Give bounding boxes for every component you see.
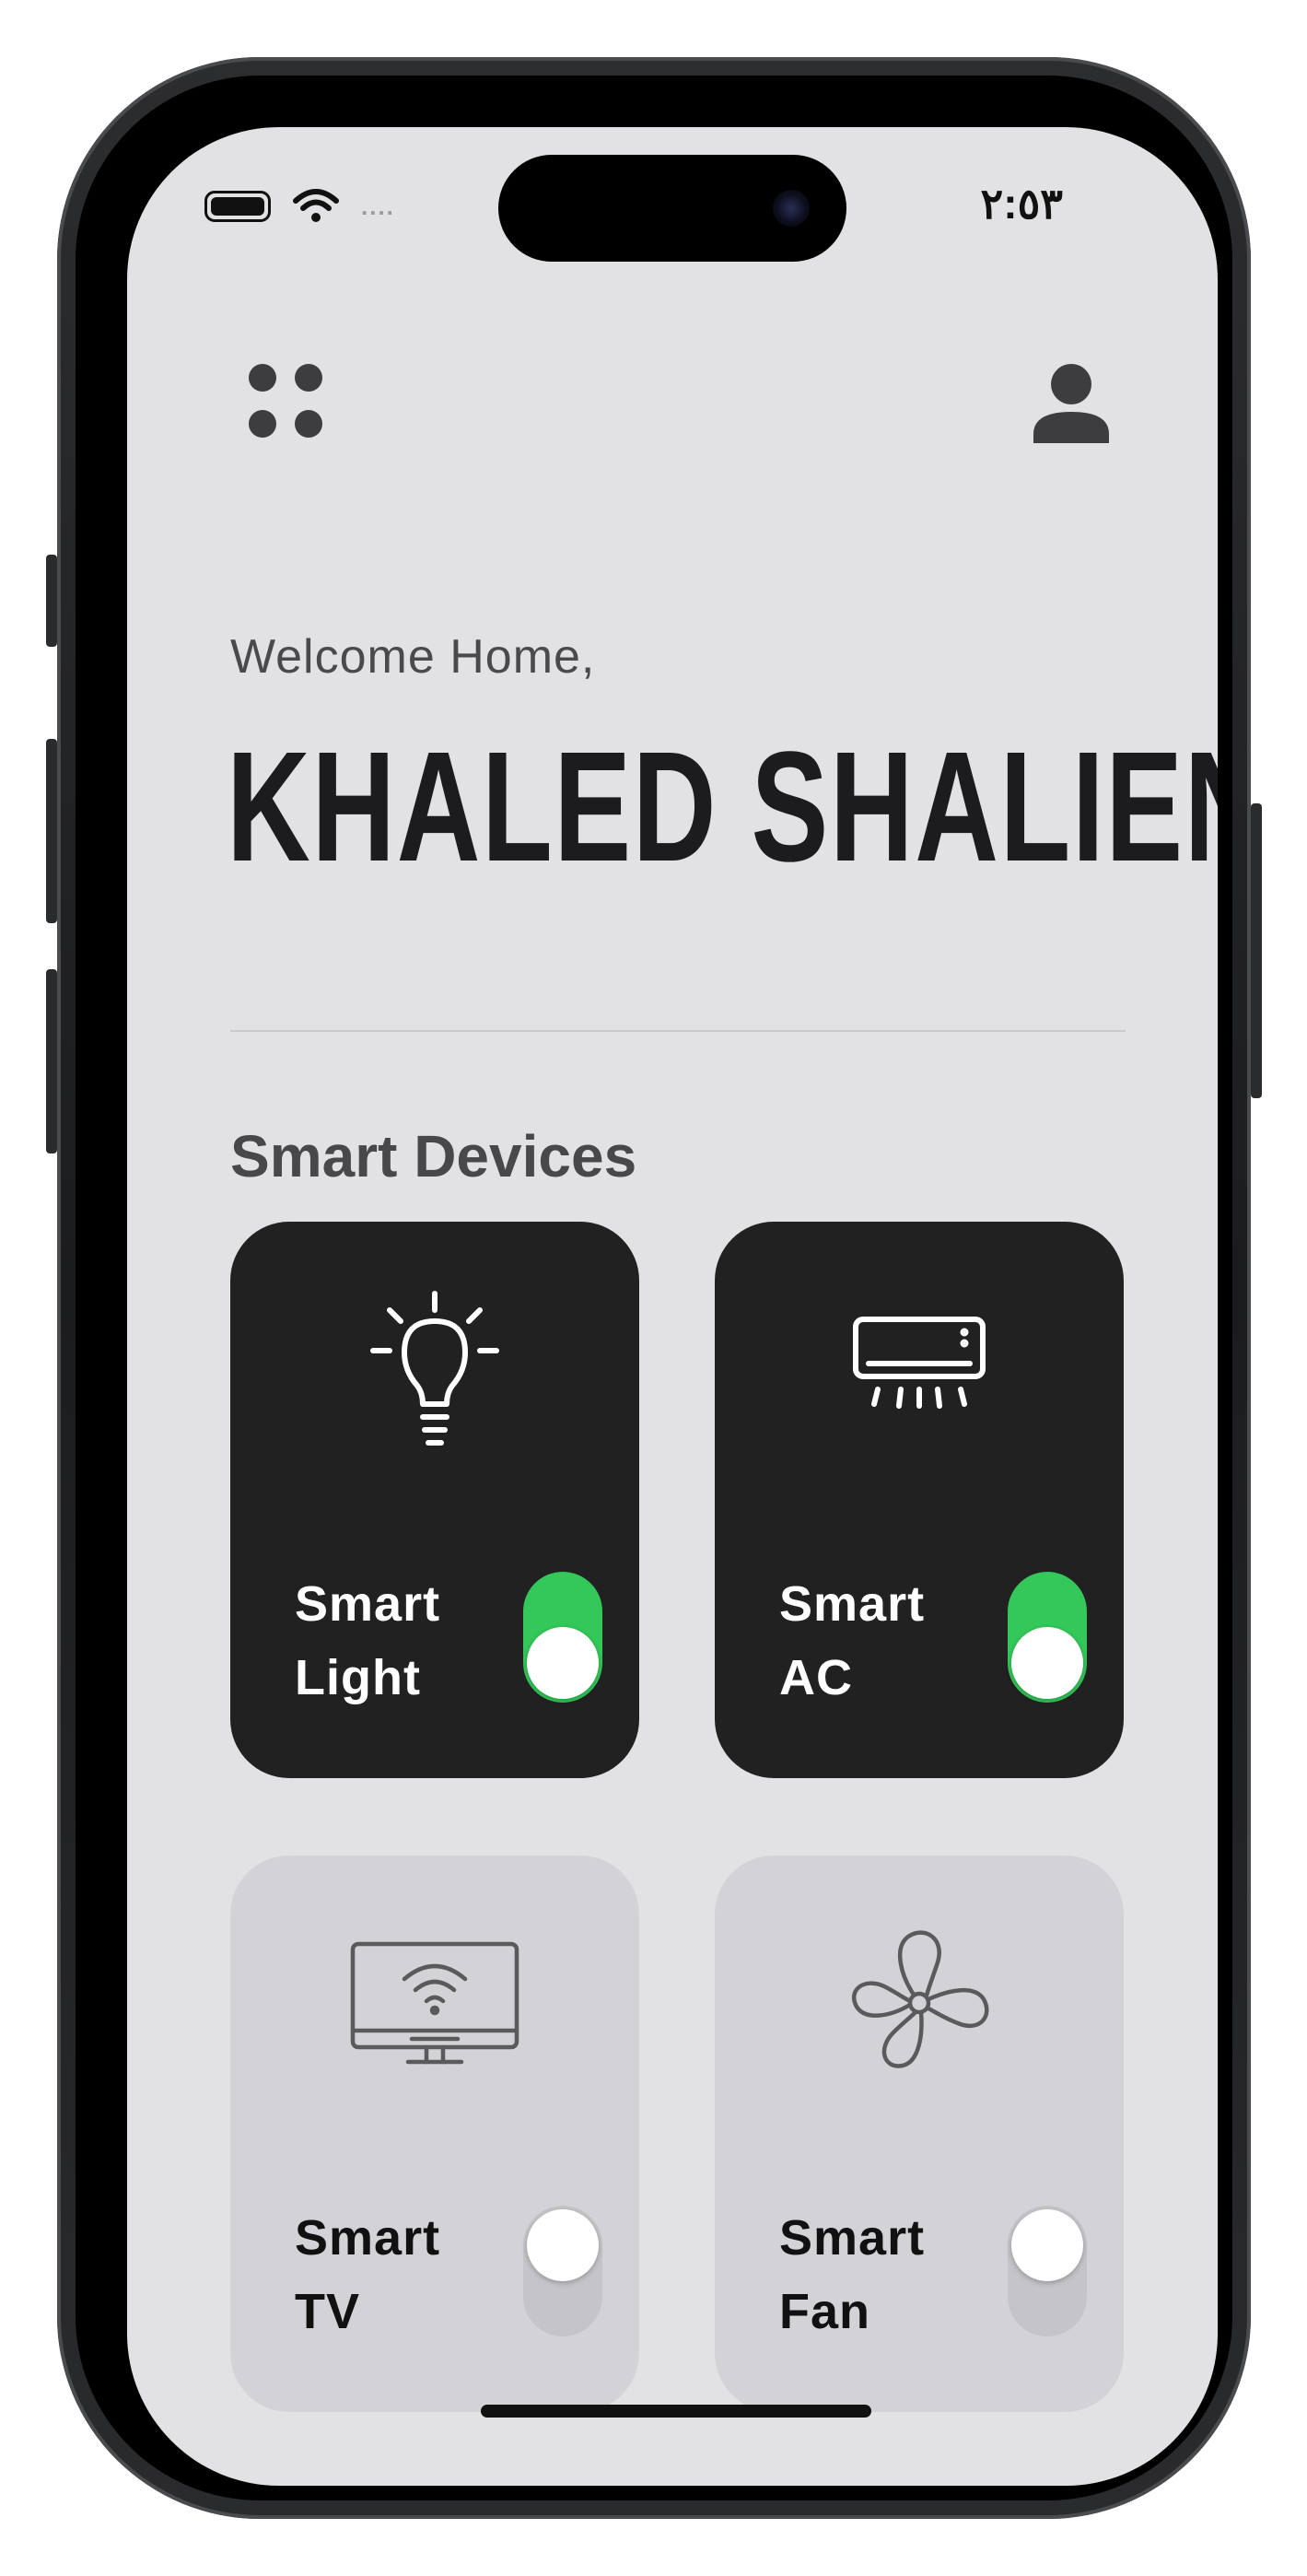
toggle-knob — [1011, 1627, 1083, 1699]
grid-dots-icon[interactable] — [247, 362, 324, 439]
home-indicator[interactable] — [481, 2405, 871, 2418]
device-label-line1: Smart — [779, 1576, 926, 1632]
device-label-line1: Smart — [295, 2210, 441, 2266]
device-label-line1: Smart — [295, 1576, 441, 1632]
lightbulb-icon — [370, 1291, 499, 1446]
screen: .... ٢:٥٣ Welcome Home, KHALED SHALIEN S… — [127, 127, 1218, 2486]
device-card-smart-fan[interactable]: Smart Fan — [715, 1856, 1124, 2412]
section-title: Smart Devices — [230, 1123, 637, 1189]
phone-frame: .... ٢:٥٣ Welcome Home, KHALED SHALIEN S… — [46, 57, 1262, 2519]
device-label-line2: AC — [779, 1650, 853, 1705]
toggle-knob — [527, 2209, 599, 2281]
device-card-smart-tv[interactable]: Smart TV — [230, 1856, 639, 2412]
air-conditioner-icon — [853, 1317, 986, 1409]
welcome-text: Welcome Home, — [230, 630, 596, 684]
dynamic-island — [498, 155, 846, 262]
device-label: Smart TV — [295, 2201, 497, 2348]
toggle-knob — [1011, 2209, 1083, 2281]
front-camera — [773, 190, 810, 227]
device-label-line2: Fan — [779, 2284, 871, 2339]
battery-icon — [204, 191, 271, 222]
power-toggle[interactable] — [1008, 1572, 1087, 1703]
device-label: Smart Light — [295, 1567, 497, 1715]
fan-icon — [851, 1930, 989, 2068]
device-label: Smart AC — [779, 1567, 982, 1715]
toggle-knob — [527, 1627, 599, 1699]
wifi-icon — [293, 189, 339, 222]
divider — [230, 1030, 1126, 1032]
device-label-line2: Light — [295, 1650, 421, 1705]
device-label-line2: TV — [295, 2284, 361, 2339]
person-icon[interactable] — [1030, 362, 1113, 445]
status-bar-left: .... — [204, 188, 395, 225]
bezel: .... ٢:٥٣ Welcome Home, KHALED SHALIEN S… — [76, 76, 1232, 2500]
device-card-smart-light[interactable]: Smart Light — [230, 1222, 639, 1778]
power-button — [1251, 803, 1262, 1098]
volume-up-button — [46, 739, 57, 923]
power-toggle[interactable] — [523, 1572, 602, 1703]
signal-strength: .... — [361, 192, 395, 220]
action-button — [46, 555, 57, 647]
device-label: Smart Fan — [779, 2201, 982, 2348]
device-label-line1: Smart — [779, 2210, 926, 2266]
device-card-smart-ac[interactable]: Smart AC — [715, 1222, 1124, 1778]
power-toggle[interactable] — [523, 2206, 602, 2336]
user-name: KHALED SHALIEN — [227, 720, 1218, 895]
volume-down-button — [46, 969, 57, 1153]
status-time: ٢:٥٣ — [980, 180, 1063, 228]
smart-tv-icon — [350, 1941, 519, 2065]
power-toggle[interactable] — [1008, 2206, 1087, 2336]
